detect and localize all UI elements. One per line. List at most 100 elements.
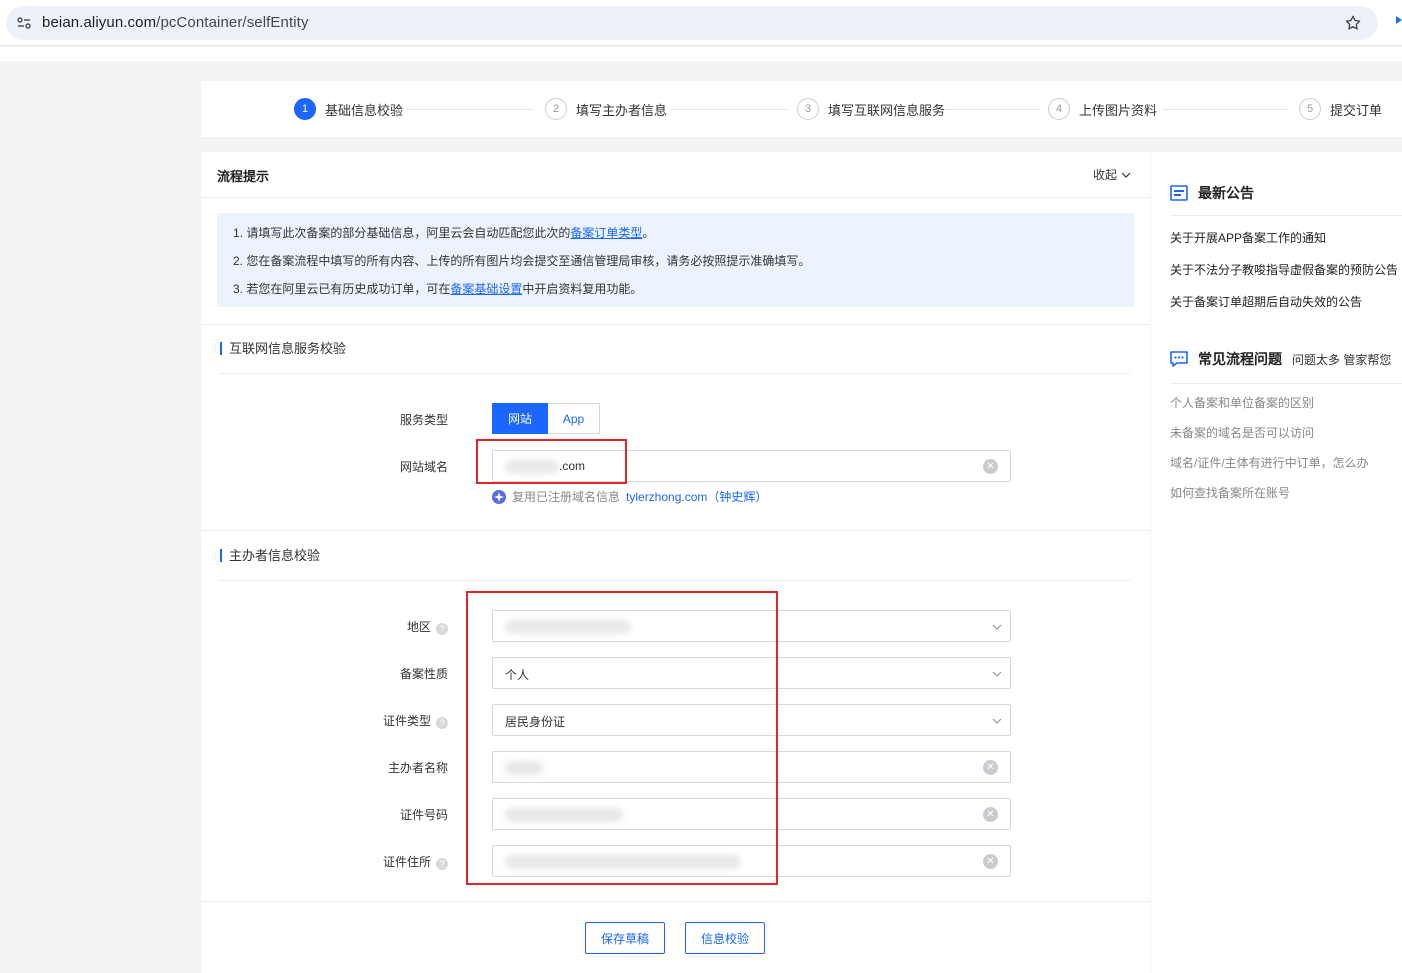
step-submit-order: 5 提交订单 [1299, 98, 1382, 120]
region-label: 地区? [288, 618, 448, 635]
step-label: 上传图片资料 [1079, 102, 1158, 118]
announcement-item[interactable]: 关于开展APP备案工作的通知 [1170, 229, 1326, 246]
faq-item[interactable]: 域名/证件/主体有进行中订单，怎么办 [1170, 454, 1369, 471]
field-label-text: 备案性质 [399, 667, 448, 681]
announcement-item[interactable]: 关于不法分子教唆指导虚假备案的预防公告 [1170, 261, 1398, 278]
help-icon[interactable]: ? [436, 717, 448, 729]
reuse-domain-hint: 复用已注册域名信息 tylerzhong.com（钟史辉） [492, 488, 767, 505]
field-label-text: 证件住所 [382, 855, 431, 869]
announcement-icon [1170, 185, 1188, 201]
process-notice-box: 1. 请填写此次备案的部分基础信息，阿里云会自动匹配您此次的备案订单类型。 2.… [217, 213, 1134, 307]
save-draft-button[interactable]: 保存草稿 [585, 922, 665, 954]
reuse-domain-link[interactable]: tylerzhong.com（钟史辉） [626, 488, 767, 505]
announcements-header: 最新公告 [1170, 183, 1254, 203]
step-number: 3 [797, 98, 819, 120]
faq-item[interactable]: 如何查找备案所在账号 [1170, 484, 1290, 501]
chevron-down-icon [1121, 172, 1131, 178]
id-address-input[interactable]: ✕ [492, 845, 1011, 877]
sponsor-name-input[interactable]: ✕ [492, 751, 1011, 783]
faq-item[interactable]: 个人备案和单位备案的区别 [1170, 394, 1314, 411]
main-form-panel: 流程提示 收起 1. 请填写此次备案的部分基础信息，阿里云会自动匹配您此次的备案… [201, 152, 1150, 973]
domain-input[interactable]: .com ✕ [492, 450, 1011, 482]
service-type-website[interactable]: 网站 [492, 403, 548, 434]
step-label: 填写互联网信息服务 [828, 102, 946, 118]
faq-title: 常见流程问题 [1198, 351, 1282, 367]
divider [201, 530, 1150, 531]
order-type-link[interactable]: 备案订单类型 [570, 226, 642, 240]
region-select[interactable] [492, 610, 1011, 642]
step-upload-images: 4 上传图片资料 [1048, 98, 1157, 120]
sparkle-icon [492, 489, 506, 504]
notice-text: 2. 您在备案流程中填写的所有内容、上传的所有图片均会提交至通信管理局审核，请务… [233, 254, 811, 268]
id-number-label: 证件号码 [288, 806, 448, 823]
divider [201, 901, 1150, 902]
url-path: /pcContainer/selfEntity [156, 14, 309, 31]
notice-text: 中开启资料复用功能。 [522, 282, 643, 296]
notice-text: 1. 请填写此次备案的部分基础信息，阿里云会自动匹配您此次的 [233, 226, 571, 240]
address-bar[interactable]: beian.aliyun.com/pcContainer/selfEntity [6, 6, 1378, 40]
notice-text: 。 [642, 226, 655, 240]
divider [1170, 383, 1402, 384]
url-host: beian.aliyun.com [42, 14, 157, 31]
id-address-label: 证件住所? [288, 853, 448, 870]
process-tips-title: 流程提示 [217, 169, 270, 184]
filing-nature-label: 备案性质 [288, 665, 448, 682]
service-type-label: 服务类型 [399, 413, 448, 427]
redacted-text [505, 808, 623, 822]
divider [201, 197, 1150, 198]
page-top-strip [0, 47, 1402, 61]
id-number-input[interactable]: ✕ [492, 798, 1011, 830]
step-number: 4 [1048, 98, 1070, 120]
step-number: 5 [1299, 98, 1321, 120]
id-type-label: 证件类型? [288, 712, 448, 729]
site-settings-icon[interactable] [16, 15, 32, 31]
field-label-text: 地区 [406, 620, 431, 634]
step-label: 填写主办者信息 [576, 102, 668, 118]
field-label-text: 证件号码 [399, 808, 448, 822]
step-connector [669, 109, 787, 110]
clear-icon[interactable]: ✕ [983, 854, 998, 869]
step-number: 1 [294, 98, 316, 120]
announcements-title: 最新公告 [1198, 185, 1254, 201]
filing-nature-select[interactable]: 个人 [492, 657, 1011, 689]
divider [201, 324, 1150, 325]
step-sponsor-info: 2 填写主办者信息 [545, 98, 667, 120]
clear-icon[interactable]: ✕ [983, 459, 998, 474]
extension-icon[interactable] [1396, 14, 1402, 28]
step-number: 2 [545, 98, 567, 120]
clear-icon[interactable]: ✕ [983, 760, 998, 775]
notice-line-1: 1. 请填写此次备案的部分基础信息，阿里云会自动匹配您此次的备案订单类型。 [233, 225, 1118, 253]
notice-line-2: 2. 您在备案流程中填写的所有内容、上传的所有图片均会提交至通信管理局审核，请务… [233, 253, 1118, 281]
faq-item[interactable]: 未备案的域名是否可以访问 [1170, 424, 1314, 441]
step-connector [407, 109, 533, 110]
clear-icon[interactable]: ✕ [983, 807, 998, 822]
announcement-item[interactable]: 关于备案订单超期后自动失效的公告 [1170, 293, 1362, 310]
field-label-text: 主办者名称 [387, 761, 448, 775]
notice-text: 3. 若您在阿里云已有历史成功订单，可在 [233, 282, 451, 296]
chevron-down-icon [992, 624, 1002, 630]
redacted-text [505, 855, 741, 869]
collapse-button[interactable]: 收起 [1093, 166, 1131, 183]
verify-info-button[interactable]: 信息校验 [685, 922, 765, 954]
bookmark-star-icon[interactable] [1344, 14, 1362, 32]
filing-nature-value: 个人 [505, 668, 530, 682]
step-internet-service: 3 填写互联网信息服务 [797, 98, 945, 120]
browser-toolbar: beian.aliyun.com/pcContainer/selfEntity [0, 0, 1402, 46]
step-connector [1162, 109, 1288, 110]
filing-settings-link[interactable]: 备案基础设置 [450, 282, 522, 296]
service-type-app[interactable]: App [548, 403, 600, 434]
divider [220, 580, 1130, 581]
help-icon[interactable]: ? [436, 858, 448, 870]
divider [220, 373, 1130, 374]
internet-section-title: 互联网信息服务校验 [220, 342, 346, 355]
id-type-select[interactable]: 居民身份证 [492, 704, 1011, 736]
service-type-toggle: 网站 App [492, 403, 600, 434]
sidebar-panel: 最新公告 关于开展APP备案工作的通知 关于不法分子教唆指导虚假备案的预防公告 … [1151, 152, 1402, 973]
chat-bubble-icon [1170, 351, 1188, 367]
help-icon[interactable]: ? [436, 623, 448, 635]
faq-subtitle[interactable]: 问题太多 管家帮您 [1292, 351, 1391, 368]
reuse-hint-text: 复用已注册域名信息 [512, 490, 621, 504]
step-connector [945, 109, 1041, 110]
url-text[interactable]: beian.aliyun.com/pcContainer/selfEntity [42, 14, 309, 31]
divider [1170, 215, 1402, 216]
